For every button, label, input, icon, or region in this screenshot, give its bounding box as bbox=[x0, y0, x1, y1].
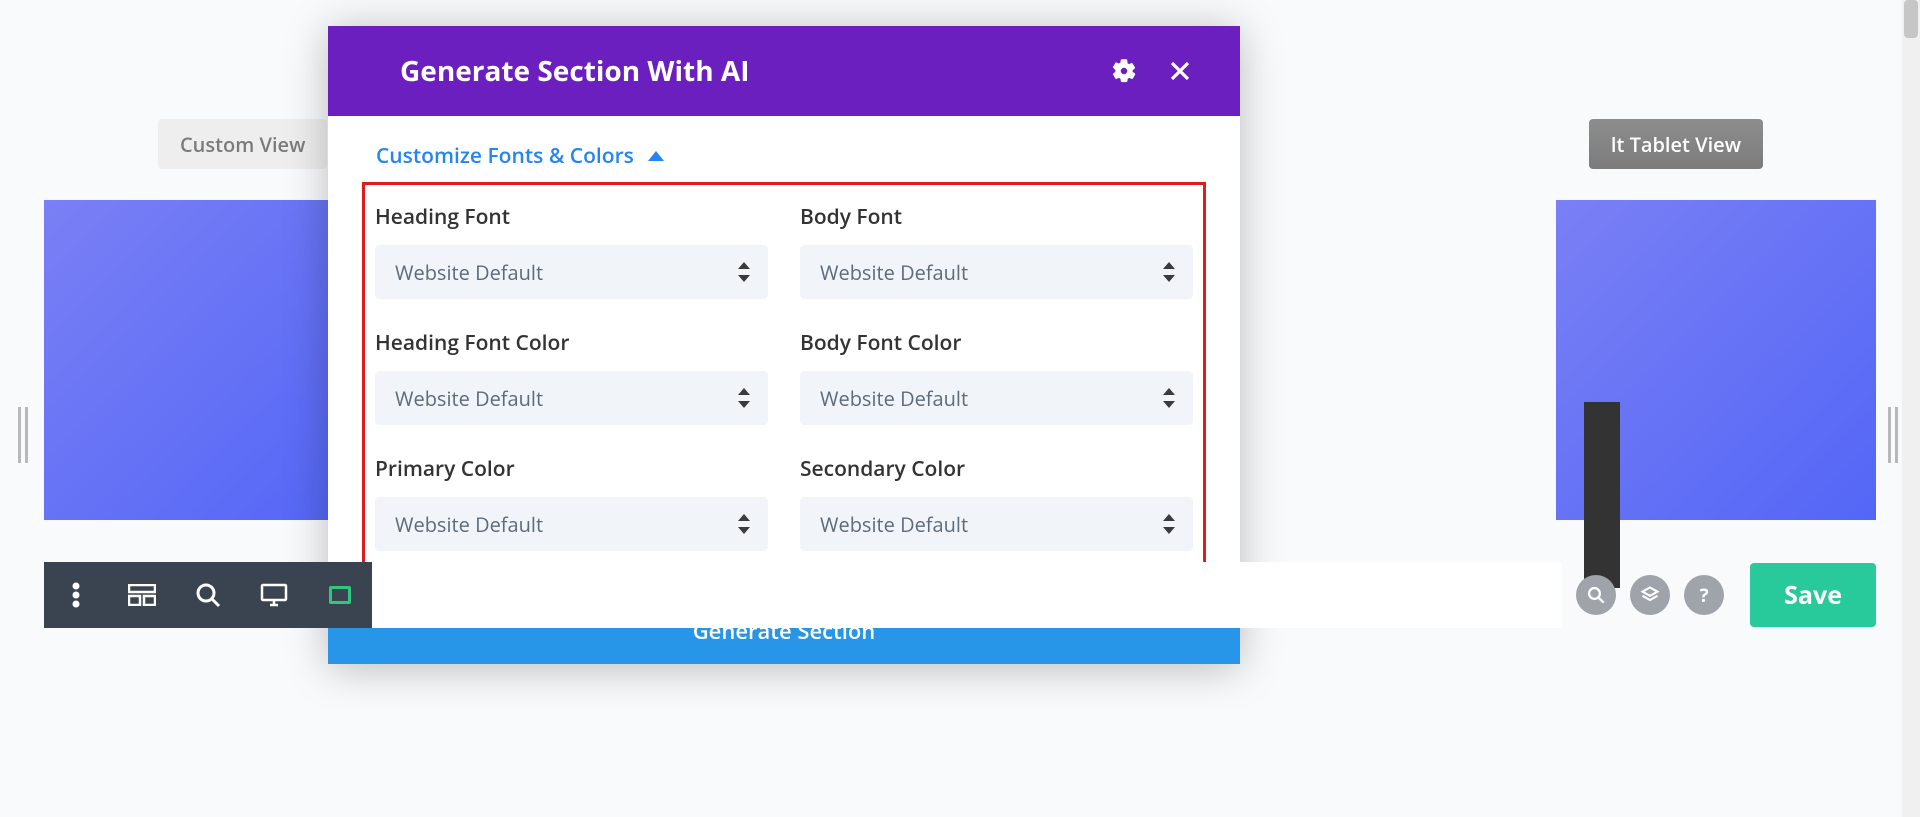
updown-icon bbox=[1163, 388, 1175, 408]
heading-font-color-select[interactable]: Website Default bbox=[375, 371, 768, 425]
field-heading-font: Heading Font Website Default bbox=[375, 203, 768, 299]
body-font-color-value: Website Default bbox=[820, 385, 968, 412]
magnifier-icon bbox=[1586, 585, 1606, 605]
page-scrollbar-thumb[interactable] bbox=[1904, 0, 1918, 38]
settings-button[interactable] bbox=[1110, 57, 1138, 85]
help-circle-button[interactable]: ? bbox=[1684, 575, 1724, 615]
fonts-colors-fields-highlight: Heading Font Website Default Body Font W… bbox=[362, 182, 1206, 580]
body-font-select[interactable]: Website Default bbox=[800, 245, 1193, 299]
custom-view-label: Custom View bbox=[180, 131, 305, 158]
search-circle-button[interactable] bbox=[1576, 575, 1616, 615]
monitor-icon bbox=[260, 583, 288, 607]
body-font-label: Body Font bbox=[800, 203, 1193, 231]
resize-handle-left[interactable] bbox=[18, 407, 32, 463]
updown-icon bbox=[738, 262, 750, 282]
save-label: Save bbox=[1784, 578, 1842, 612]
field-secondary-color: Secondary Color Website Default bbox=[800, 455, 1193, 551]
heading-font-value: Website Default bbox=[395, 259, 543, 286]
body-font-value: Website Default bbox=[820, 259, 968, 286]
custom-view-button[interactable]: Custom View bbox=[158, 119, 327, 169]
primary-color-value: Website Default bbox=[395, 511, 543, 538]
caret-up-icon bbox=[648, 151, 664, 161]
body-font-color-select[interactable]: Website Default bbox=[800, 371, 1193, 425]
heading-font-color-value: Website Default bbox=[395, 385, 543, 412]
wireframe-icon bbox=[128, 584, 156, 606]
tablet-view-button[interactable]: lt Tablet View bbox=[1589, 119, 1763, 169]
gear-icon bbox=[1111, 58, 1137, 84]
primary-color-label: Primary Color bbox=[375, 455, 768, 483]
save-button[interactable]: Save bbox=[1750, 563, 1876, 627]
bottom-toolbar: ? Save bbox=[44, 562, 1876, 628]
page-scrollbar-track[interactable] bbox=[1902, 0, 1920, 817]
close-icon bbox=[1168, 59, 1192, 83]
updown-icon bbox=[1163, 514, 1175, 534]
zoom-button[interactable] bbox=[194, 581, 222, 609]
toolbar-dark-group bbox=[44, 562, 372, 628]
wireframe-button[interactable] bbox=[128, 581, 156, 609]
body-font-color-label: Body Font Color bbox=[800, 329, 1193, 357]
layers-icon bbox=[1640, 585, 1660, 605]
heading-font-select[interactable]: Website Default bbox=[375, 245, 768, 299]
modal-title: Generate Section With AI bbox=[400, 52, 1082, 90]
active-viewport-icon bbox=[329, 586, 351, 604]
resize-handle-right[interactable] bbox=[1888, 407, 1902, 463]
canvas-dark-notch bbox=[1584, 402, 1620, 588]
active-viewport-button[interactable] bbox=[326, 581, 354, 609]
tablet-view-label: lt Tablet View bbox=[1611, 131, 1741, 158]
close-button[interactable] bbox=[1166, 57, 1194, 85]
updown-icon bbox=[1163, 262, 1175, 282]
field-body-font-color: Body Font Color Website Default bbox=[800, 329, 1193, 425]
field-primary-color: Primary Color Website Default bbox=[375, 455, 768, 551]
layers-circle-button[interactable] bbox=[1630, 575, 1670, 615]
field-body-font: Body Font Website Default bbox=[800, 203, 1193, 299]
heading-font-label: Heading Font bbox=[375, 203, 768, 231]
secondary-color-value: Website Default bbox=[820, 511, 968, 538]
secondary-color-label: Secondary Color bbox=[800, 455, 1193, 483]
customize-fonts-colors-toggle[interactable]: Customize Fonts & Colors bbox=[328, 116, 1240, 182]
kebab-icon bbox=[72, 582, 80, 608]
question-icon: ? bbox=[1700, 582, 1709, 608]
heading-font-color-label: Heading Font Color bbox=[375, 329, 768, 357]
field-heading-font-color: Heading Font Color Website Default bbox=[375, 329, 768, 425]
menu-button[interactable] bbox=[62, 581, 90, 609]
magnifier-icon bbox=[195, 582, 221, 608]
updown-icon bbox=[738, 388, 750, 408]
primary-color-select[interactable]: Website Default bbox=[375, 497, 768, 551]
updown-icon bbox=[738, 514, 750, 534]
modal-header: Generate Section With AI bbox=[328, 26, 1240, 116]
customize-label: Customize Fonts & Colors bbox=[376, 142, 634, 170]
toolbar-spacer bbox=[372, 562, 1562, 628]
desktop-view-button[interactable] bbox=[260, 581, 288, 609]
canvas-section-left bbox=[44, 200, 364, 520]
secondary-color-select[interactable]: Website Default bbox=[800, 497, 1193, 551]
